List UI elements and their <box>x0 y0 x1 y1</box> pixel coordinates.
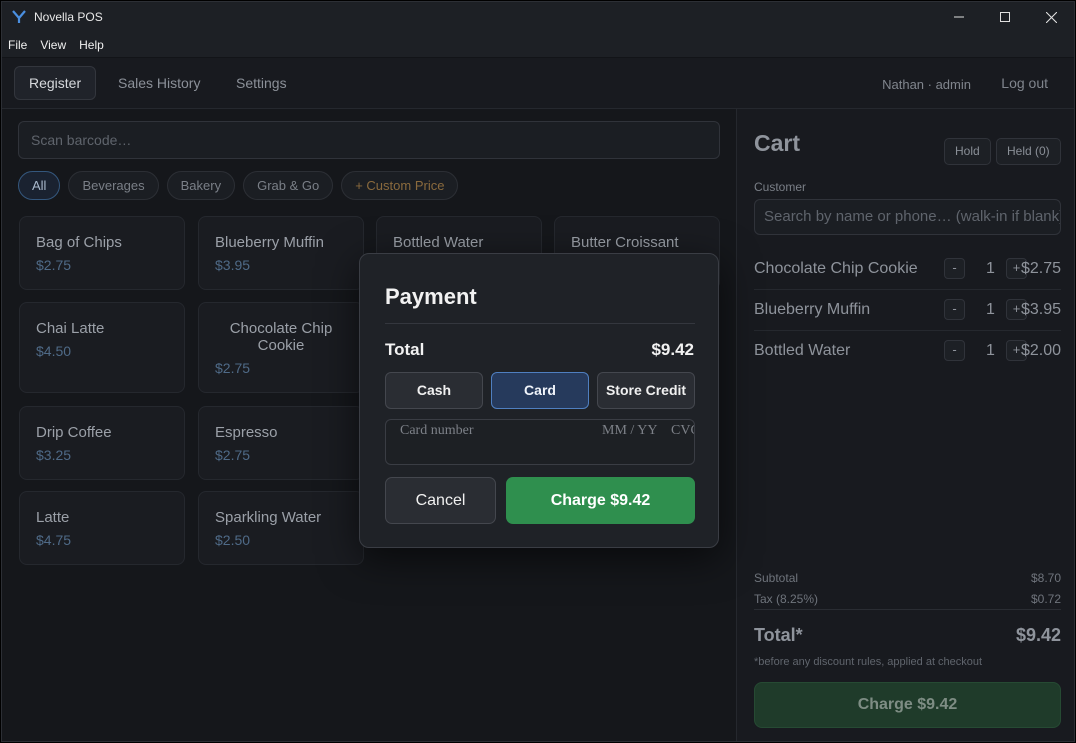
card-input-field[interactable]: Card number MM / YY CVC <box>385 419 695 465</box>
card-method-button[interactable]: Card <box>491 372 589 409</box>
payment-total-label: Total <box>385 340 425 359</box>
title-bar: Novella POS <box>2 2 1074 32</box>
maximize-icon[interactable] <box>982 2 1028 32</box>
store-credit-method-button[interactable]: Store Credit <box>597 372 695 409</box>
payment-dialog: Payment Total $9.42 Cash Card Store Cred… <box>359 253 719 548</box>
novella-logo-icon <box>11 9 27 25</box>
payment-total-value: $9.42 <box>651 340 694 359</box>
window-title: Novella POS <box>34 10 103 24</box>
minimize-icon[interactable] <box>936 2 982 32</box>
charge-button[interactable]: Charge $9.42 <box>506 477 695 524</box>
cancel-button[interactable]: Cancel <box>385 477 496 524</box>
menu-view[interactable]: View <box>40 38 66 52</box>
window-controls <box>936 2 1074 32</box>
card-expiry-input[interactable]: MM / YY <box>602 423 658 439</box>
menu-help[interactable]: Help <box>79 38 104 52</box>
card-number-input[interactable]: Card number <box>400 423 473 439</box>
cash-method-button[interactable]: Cash <box>385 372 483 409</box>
menu-bar: File View Help <box>2 32 1074 58</box>
card-cvc-input[interactable]: CVC <box>671 423 694 439</box>
app-window: Novella POS File View Help Register Sale… <box>1 1 1075 742</box>
payment-divider <box>385 323 695 324</box>
payment-title: Payment <box>385 284 477 309</box>
close-icon[interactable] <box>1028 2 1074 32</box>
menu-file[interactable]: File <box>8 38 27 52</box>
